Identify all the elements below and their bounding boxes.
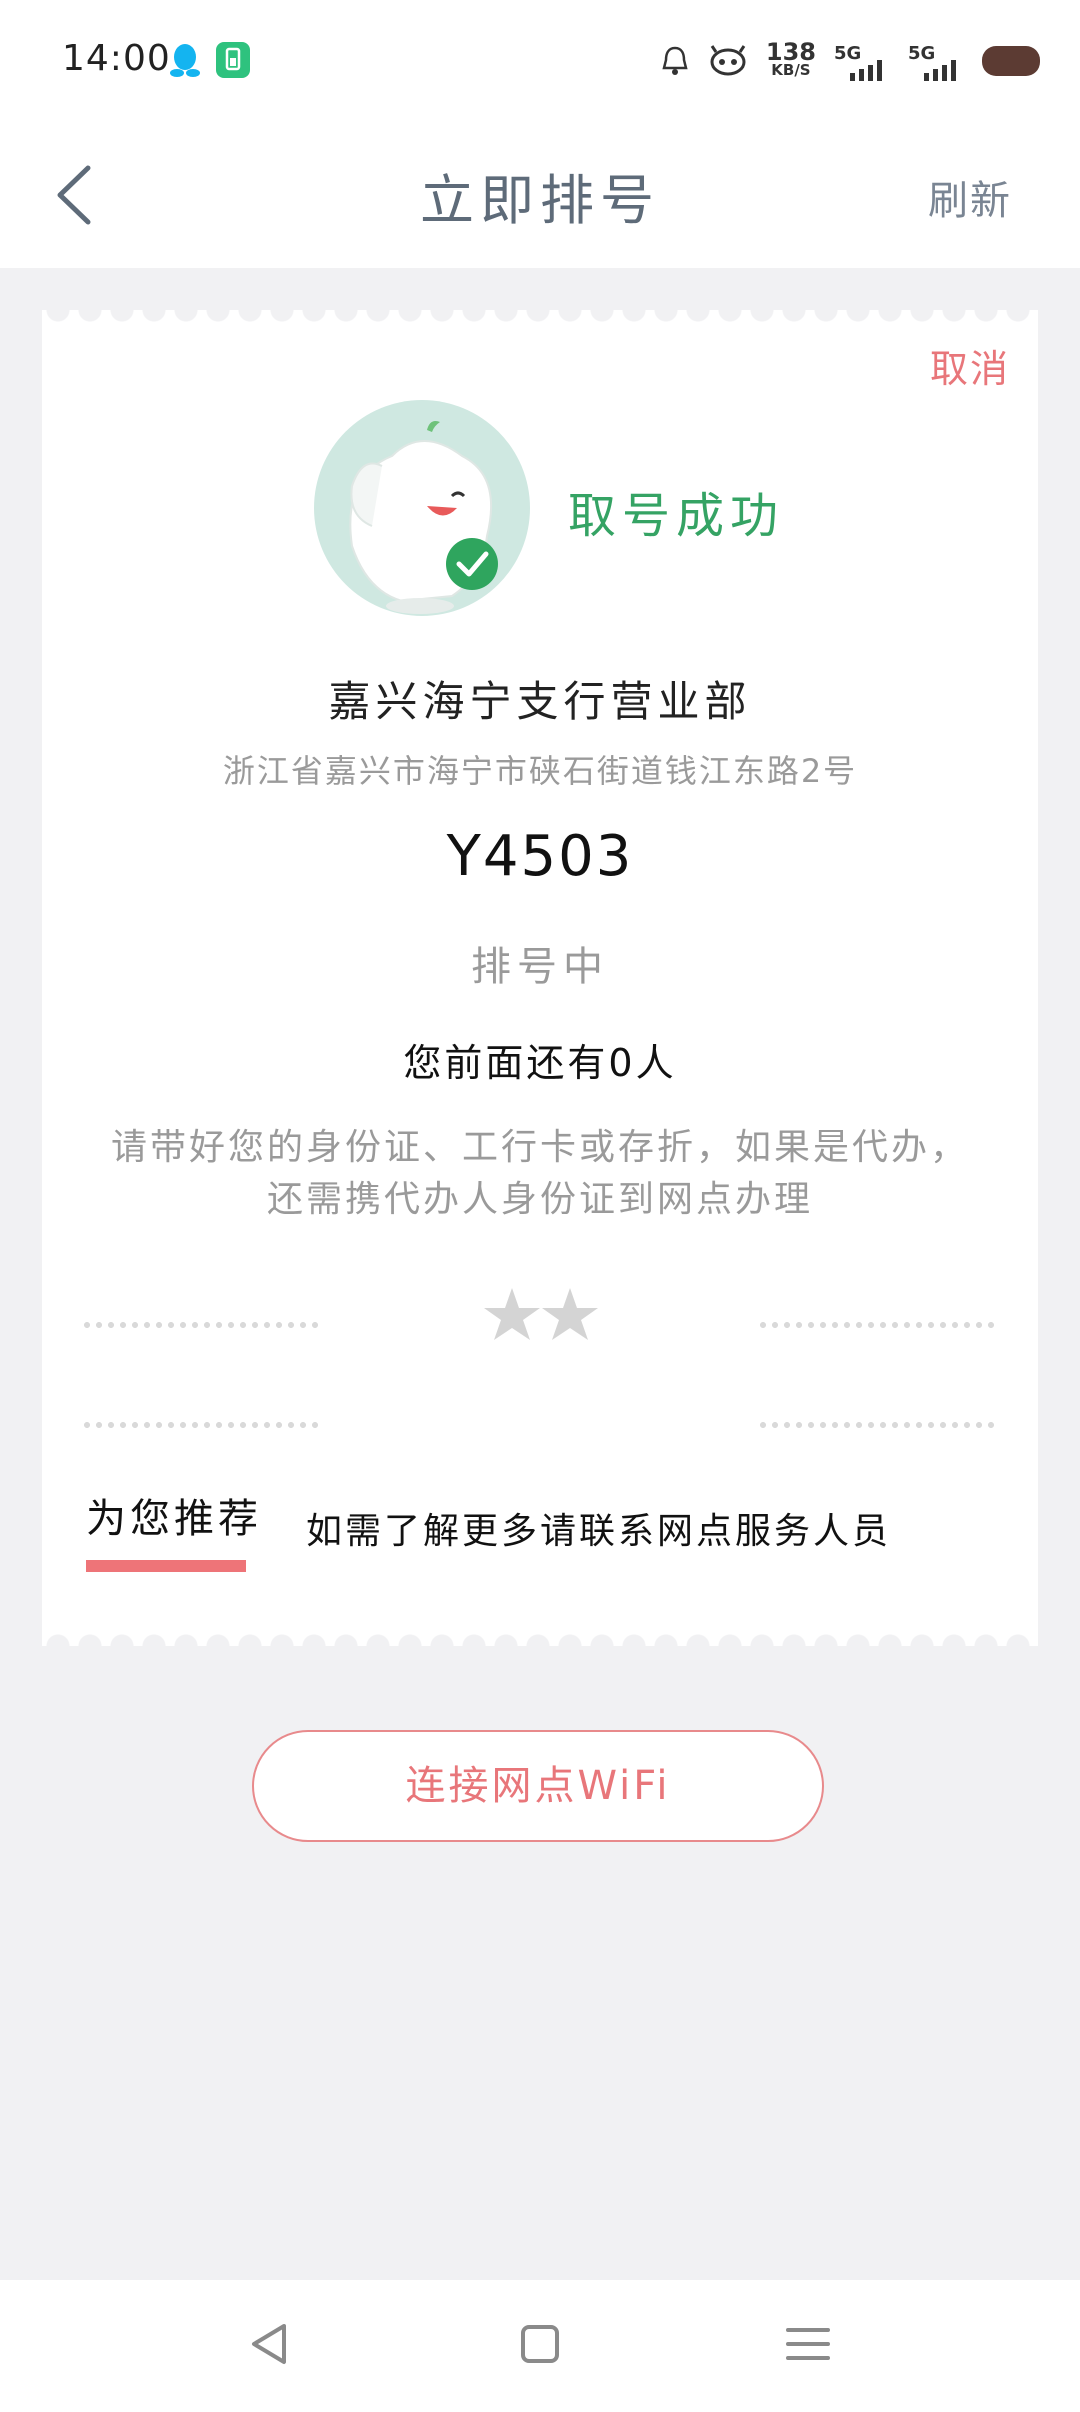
nav-menu-icon[interactable] — [778, 2314, 838, 2374]
tab-recommend[interactable]: 为您推荐 — [86, 1486, 262, 1544]
sim1-signal-icon: 5G — [834, 41, 890, 81]
network-speed: 138 KB/S — [765, 38, 816, 79]
notice-line-1: 请带好您的身份证、工行卡或存折，如果是代办， — [110, 1127, 969, 1168]
status-icons: 138 KB/S 5G 5G — [660, 36, 1040, 86]
status-bar: 14:00 138 KB/S 5G 5G — [0, 0, 1080, 120]
recommend-content: 如需了解更多请联系网点服务人员 — [306, 1511, 892, 1552]
connect-wifi-button[interactable]: 连接网点WiFi — [252, 1730, 824, 1842]
branch-name: 嘉兴海宁支行营业部 — [328, 677, 752, 726]
nav-back-icon[interactable] — [240, 2314, 300, 2374]
branch-address: 浙江省嘉兴市海宁市硖石街道钱江东路2号 — [222, 752, 858, 790]
cancel-button[interactable]: 取消 — [930, 338, 1010, 393]
hotspot-icon — [710, 45, 746, 76]
ticket-edge-top — [42, 310, 1038, 334]
dotted-divider-left-top — [84, 1322, 318, 1328]
tab-recommend-indicator — [86, 1560, 246, 1572]
battery-icon — [982, 46, 1040, 76]
ticket-card: 取消 取号成功 嘉兴海宁支行营业部 浙江省嘉兴市海宁市硖石街道钱江东路2号 Y4… — [42, 310, 1038, 1646]
elephant-mascot-icon — [314, 400, 530, 616]
dotted-divider-right-top — [760, 1322, 994, 1328]
page-title: 立即排号 — [420, 169, 660, 232]
dotted-divider-left-bottom — [84, 1422, 318, 1428]
qq-icon — [170, 44, 200, 77]
refresh-button[interactable]: 刷新 — [928, 168, 1012, 226]
status-time: 14:00 — [62, 38, 171, 79]
header: 立即排号 刷新 — [0, 120, 1080, 268]
notice-text: 请带好您的身份证、工行卡或存折，如果是代办， 还需携代办人身份证到网点办理 — [82, 1122, 998, 1226]
queue-status: 排号中 — [471, 944, 609, 990]
system-nav-bar — [0, 2280, 1080, 2412]
star-icon — [484, 1288, 598, 1340]
ticket-number: Y4503 — [446, 824, 634, 889]
people-ahead-count: 您前面还有0人 — [403, 1041, 677, 1085]
ticket-edge-bottom — [42, 1622, 1038, 1646]
alarm-icon — [662, 46, 688, 75]
sim2-signal-icon: 5G — [908, 41, 964, 81]
success-message: 取号成功 — [568, 488, 785, 544]
notice-line-2: 还需携代办人身份证到网点办理 — [266, 1179, 813, 1220]
nav-home-icon[interactable] — [510, 2314, 570, 2374]
dotted-divider-right-bottom — [760, 1422, 994, 1428]
app-notification-icon — [216, 42, 250, 78]
